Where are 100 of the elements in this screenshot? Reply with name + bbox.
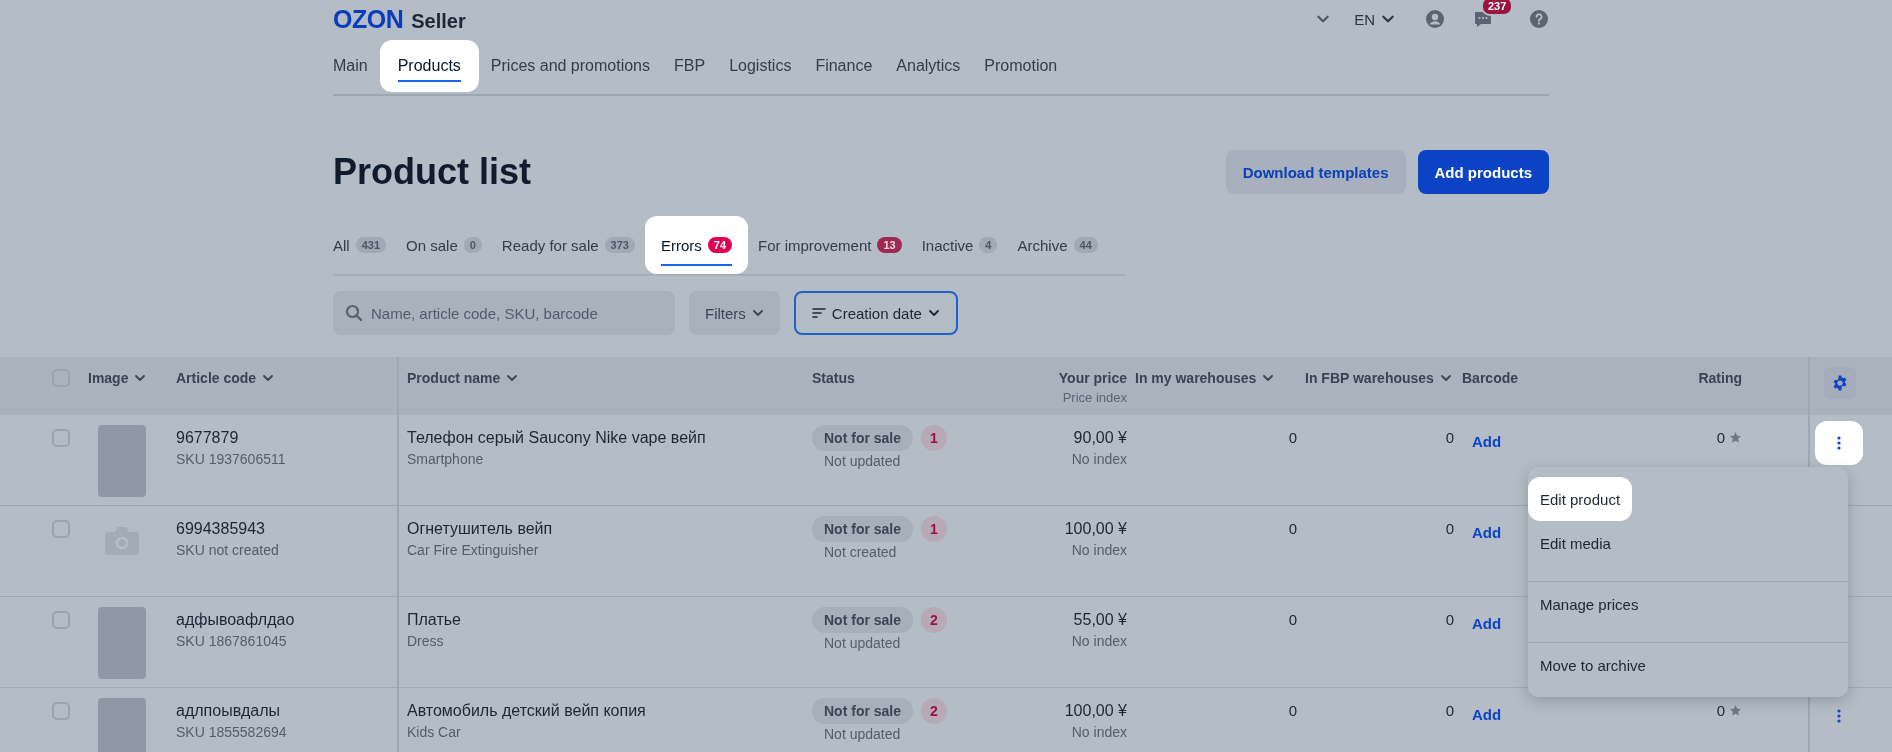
error-count-badge[interactable]: 1	[921, 425, 947, 451]
row-checkbox[interactable]	[52, 429, 70, 447]
rating-value: 0	[1716, 702, 1725, 719]
tab[interactable]: All 431	[333, 216, 397, 274]
logo[interactable]: OZON	[333, 4, 404, 34]
nav-tab[interactable]: Prices and promotions	[478, 40, 662, 92]
product-category: Car Fire Extinguisher	[407, 542, 540, 558]
product-name[interactable]: Автомобиль детский вейп копия	[407, 702, 812, 720]
stock-count: 0	[1287, 520, 1297, 537]
add-barcode-link[interactable]: Add	[1472, 524, 1502, 541]
chat-icon[interactable]	[1473, 9, 1493, 29]
price-text: 90,00 ¥	[1072, 429, 1127, 447]
sort-icon	[811, 307, 826, 319]
nav-tab[interactable]: Main	[333, 40, 380, 92]
menu-item[interactable]: Edit media	[1528, 521, 1848, 565]
row-checkbox[interactable]	[52, 702, 70, 720]
column-header[interactable]: Article code	[176, 370, 275, 386]
add-barcode-link[interactable]: Add	[1472, 615, 1502, 632]
article-code: 6994385943	[176, 520, 266, 538]
help-icon[interactable]	[1529, 9, 1549, 29]
column-subheader: Price index	[1061, 390, 1127, 405]
menu-item[interactable]: Move to archive	[1528, 642, 1848, 687]
menu-item[interactable]: Edit product	[1528, 477, 1633, 521]
nav-tab[interactable]: Analytics	[884, 40, 973, 92]
article-code: адфывоафлдао	[176, 611, 296, 629]
photo-placeholder	[98, 425, 146, 497]
chevron-down-icon	[1262, 372, 1275, 384]
price-index-text: No index	[1070, 451, 1127, 467]
price-index-text: No index	[1070, 633, 1127, 649]
article-code: 9677879	[176, 429, 240, 447]
price-text: 55,00 ¥	[1072, 611, 1127, 629]
stock-count: 0	[1287, 429, 1297, 446]
add-barcode-link[interactable]: Add	[1472, 433, 1502, 450]
settings-icon	[1831, 374, 1849, 392]
count-badge: 13	[877, 237, 902, 253]
product-name[interactable]: Телефон серый Saucony Nike vape вейп	[407, 429, 812, 447]
price-text: 100,00 ¥	[1063, 520, 1127, 538]
user-icon[interactable]	[1425, 9, 1445, 29]
product-name[interactable]: Платье	[407, 611, 812, 629]
status-note: Not updated	[824, 635, 902, 651]
chevron-down-icon	[262, 372, 275, 384]
column-header: Your price	[1058, 370, 1127, 386]
status-badge: Not for sale	[812, 698, 913, 724]
column-header: Status	[812, 370, 855, 386]
tab[interactable]: Ready for sale 373	[491, 216, 645, 274]
row-checkbox[interactable]	[52, 520, 70, 538]
search-field[interactable]: Name, article code, SKU, barcode	[333, 291, 675, 335]
chevron-down-icon	[927, 307, 940, 319]
tab[interactable]: On sale 0	[396, 216, 492, 274]
page-title: Product list	[333, 151, 532, 193]
settings-button[interactable]	[1824, 367, 1856, 399]
add-products-button[interactable]: Add products	[1417, 150, 1549, 194]
error-count-badge[interactable]: 2	[921, 698, 947, 724]
sort-button[interactable]: Creation date	[793, 291, 958, 335]
rating-value: 0	[1716, 429, 1725, 446]
tab[interactable]: Archive 44	[1007, 216, 1108, 274]
error-count-badge[interactable]: 2	[921, 607, 947, 633]
product-category: Dress	[407, 633, 445, 649]
nav-tab[interactable]: Finance	[803, 40, 885, 92]
product-name[interactable]: Огнетушитель вейп	[407, 520, 812, 538]
more-vertical-icon	[1837, 436, 1841, 450]
stock-count: 0	[1287, 611, 1297, 628]
more-button[interactable]	[1815, 421, 1863, 465]
row-checkbox[interactable]	[52, 611, 70, 629]
price-index-text: No index	[1070, 542, 1127, 558]
status-badge: Not for sale	[812, 516, 913, 542]
add-barcode-link[interactable]: Add	[1472, 706, 1502, 723]
nav-tab[interactable]: Products	[379, 40, 479, 92]
column-header[interactable]: Product name	[407, 370, 519, 386]
sku-text: SKU 1937606511	[176, 451, 287, 467]
stock-count: 0	[1444, 429, 1454, 446]
chevron-down-icon	[134, 372, 147, 384]
stock-count: 0	[1444, 702, 1454, 719]
column-header[interactable]: In my warehouses	[1135, 370, 1275, 386]
status-note: Not updated	[824, 726, 902, 742]
column-header[interactable]: Image	[88, 370, 147, 386]
column-header: Rating	[1698, 370, 1742, 386]
tab[interactable]: Errors 74	[644, 216, 749, 274]
status-note: Not updated	[824, 453, 902, 469]
count-badge: 44	[1073, 237, 1098, 253]
tab[interactable]: For improvement 13	[748, 216, 912, 274]
filters-button[interactable]: Filters	[689, 291, 780, 335]
sku-text: SKU 1855582694	[176, 724, 288, 740]
tab[interactable]: Inactive 4	[911, 216, 1008, 274]
column-header[interactable]: In FBP warehouses	[1305, 370, 1452, 386]
status-note: Not created	[824, 544, 898, 560]
stock-count: 0	[1287, 702, 1297, 719]
stock-count: 0	[1444, 611, 1454, 628]
chevron-down-icon	[751, 307, 764, 319]
nav-tab[interactable]: Promotion	[972, 40, 1070, 92]
language-selector[interactable]: EN	[1354, 10, 1395, 28]
nav-tab[interactable]: FBP	[662, 40, 718, 92]
star-icon	[1729, 431, 1742, 444]
count-badge: 431	[355, 237, 387, 253]
error-count-badge[interactable]: 1	[921, 516, 947, 542]
star-icon	[1729, 704, 1742, 717]
download-button[interactable]: Download templates	[1225, 150, 1406, 194]
nav-tab[interactable]: Logistics	[717, 40, 804, 92]
column-header: Barcode	[1462, 370, 1519, 386]
menu-item[interactable]: Manage prices	[1528, 581, 1848, 626]
